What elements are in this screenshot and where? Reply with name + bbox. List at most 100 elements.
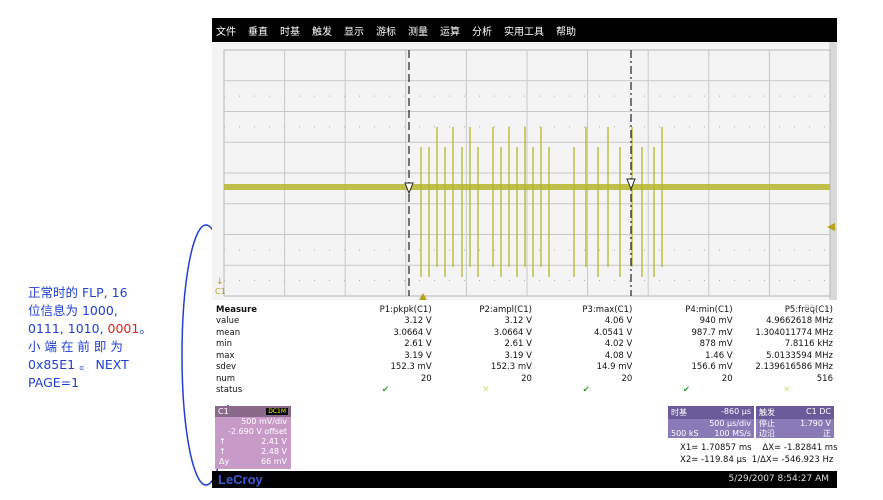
measure-param-header[interactable]: P4:min(C1): [636, 304, 736, 316]
menu-item[interactable]: 文件: [216, 23, 236, 38]
trigger-box[interactable]: 触发 C1 DC 停止 1.790 V 边沿 正: [756, 406, 834, 438]
measure-param-header[interactable]: P3:max(C1): [536, 304, 636, 316]
p6-label[interactable]: P6:- - -: [772, 304, 832, 314]
timebase-box[interactable]: 时基 -860 µs 500 µs/div 500 kS 100 MS/s: [668, 406, 754, 438]
c1-vdiv: 500 mV/div: [241, 417, 287, 426]
date-time: 5/29/2007 8:54:27 AM: [728, 474, 830, 484]
measure-row-label: sdev: [216, 362, 237, 373]
trigger-type: 边沿: [759, 429, 775, 438]
measure-param-header[interactable]: P1:pkpk(C1): [335, 304, 435, 316]
lecroy-logo: LeCroy: [218, 472, 263, 487]
trigger-row: 边沿 正: [756, 429, 834, 439]
channel-label: C1: [215, 287, 226, 296]
trigger-title: 触发: [759, 408, 775, 417]
measure-value: 156.6 mV: [691, 362, 733, 373]
c1-title: C1: [218, 407, 229, 416]
c1-readout-val: 2.41 V: [261, 437, 287, 446]
measure-value: 878 mV: [699, 339, 733, 350]
measurement-panel: Measure P1:pkpk(C1) P2:ampl(C1) P3:max(C1) P…: [212, 300, 837, 405]
c1-coupling-tag: DC1M: [266, 408, 288, 415]
measure-value: 3.19 V: [404, 350, 432, 361]
measure-value: 3.12 V: [504, 316, 532, 327]
measure-value: 20: [621, 373, 633, 384]
measure-row: max 3.19 V 3.19 V 4.08 V 1.46 V 5.0133594 MHz: [212, 350, 837, 362]
measure-status-icon: ✔: [381, 385, 390, 396]
measure-row-label: min: [216, 339, 233, 350]
measure-status-icon: ✕: [783, 385, 791, 396]
status-footer: LeCroy 5/29/2007 8:54:27 AM: [212, 471, 837, 488]
measure-value: 20: [521, 373, 532, 384]
c1-readout-sym: ↑: [219, 437, 226, 446]
measure-value: 987.7 mV: [691, 327, 733, 338]
annotation-line: 0x85E1 。 NEXT: [28, 357, 129, 372]
menu-item[interactable]: 测量: [408, 23, 428, 38]
timebase-header: 时基 -860 µs: [668, 406, 754, 419]
measure-value: 20: [721, 373, 733, 384]
measure-value: 516: [816, 373, 833, 384]
timebase-row: 500 kS 100 MS/s: [668, 429, 754, 439]
trigger-tag: C1 DC: [806, 407, 831, 416]
measure-value: 3.12 V: [404, 316, 432, 327]
c1-readout-val: 2.48 V: [261, 447, 287, 456]
menu-item[interactable]: 游标: [376, 23, 396, 38]
measure-value: 1.46 V: [705, 350, 733, 361]
annotation-seg: 0111, 1010,: [28, 321, 108, 336]
channel-c1-box[interactable]: C1 DC1M 500 mV/div -2.690 V offset ↑ 2.41 …: [215, 406, 291, 469]
menu-item[interactable]: 帮助: [556, 23, 576, 38]
measure-param-header[interactable]: P2:ampl(C1): [436, 304, 536, 316]
measure-row-label: status: [216, 385, 243, 396]
c1-readout-sym: Δy: [219, 457, 230, 466]
timebase-delay: -860 µs: [721, 407, 751, 416]
trigger-slope: 正: [823, 429, 831, 438]
measure-header-row: Measure P1:pkpk(C1) P2:ampl(C1) P3:max(C1) P…: [212, 304, 837, 316]
measure-value: 4.08 V: [604, 350, 633, 361]
annotation-line: 小 端 在 前 即 为: [28, 339, 123, 354]
menu-item[interactable]: 实用工具: [504, 23, 544, 38]
measure-value: 152.3 mV: [390, 362, 432, 373]
menu-item[interactable]: 运算: [440, 23, 460, 38]
measure-row-label: num: [216, 373, 236, 384]
measure-value: 152.3 mV: [490, 362, 532, 373]
waveform-display[interactable]: [222, 48, 832, 298]
menu-item[interactable]: 垂直: [248, 23, 268, 38]
trigger-level: 1.790 V: [800, 419, 831, 428]
trace-baseline: [224, 184, 830, 190]
measure-value: 1.304011774 MHz: [755, 327, 833, 338]
c1-readout-row: ↑ 2.48 V: [215, 447, 291, 457]
trigger-mode: 停止: [759, 419, 775, 428]
annotation-seg: 。: [139, 321, 152, 336]
measure-value: 4.06 V: [604, 316, 633, 327]
measure-row-label: max: [216, 350, 235, 361]
measure-status-icon: ✔: [582, 385, 590, 396]
measure-value: 14.9 mV: [596, 362, 633, 373]
cursor-readout-line: X1= 1.70857 ms ΔX= -1.82841 ms: [680, 443, 838, 453]
measure-value: 4.02 V: [604, 339, 633, 350]
c1-readout-row: Δy 66 mV: [215, 457, 291, 467]
measure-value: 20: [420, 373, 432, 384]
measure-value: 3.19 V: [504, 350, 532, 361]
menu-item[interactable]: 触发: [312, 23, 332, 38]
c1-header: C1 DC1M: [215, 406, 291, 417]
trigger-level-marker-icon: [827, 223, 835, 231]
measure-row: status ✔ ✕ ✔ ✔ ✕: [212, 385, 837, 397]
svg-text:↓: ↓: [216, 277, 224, 286]
c1-readout-val: 66 mV: [261, 457, 287, 466]
measure-row-label: mean: [216, 327, 241, 338]
annotation-line: 位信息为 1000,: [28, 303, 118, 318]
measure-value: 2.139616586 MHz: [755, 362, 833, 373]
trigger-row: 停止 1.790 V: [756, 419, 834, 429]
measure-row: sdev 152.3 mV 152.3 mV 14.9 mV 156.6 mV 2.139…: [212, 362, 837, 374]
measure-row: value 3.12 V 3.12 V 4.06 V 940 mV 4.9662618 M…: [212, 316, 837, 328]
measure-value: 4.0541 V: [594, 327, 633, 338]
menu-item[interactable]: 显示: [344, 23, 364, 38]
measure-value: 2.61 V: [504, 339, 532, 350]
measurement-table: Measure P1:pkpk(C1) P2:ampl(C1) P3:max(C1) P…: [212, 304, 837, 396]
c1-readout-row: ↑ 2.41 V: [215, 437, 291, 447]
measure-value: 4.9662618 MHz: [766, 316, 833, 327]
annotation-line: 0111, 1010, 0001。: [28, 320, 168, 338]
cursor-readout: X1= 1.70857 ms ΔX= -1.82841 ms X2= -119.…: [680, 442, 838, 466]
menu-item[interactable]: 时基: [280, 23, 300, 38]
channel-ground-marker-icon: ↓: [216, 277, 224, 286]
annotation-text: 正常时的 FLP, 16 位信息为 1000, 0111, 1010, 0001…: [28, 284, 168, 392]
menu-item[interactable]: 分析: [472, 23, 492, 38]
